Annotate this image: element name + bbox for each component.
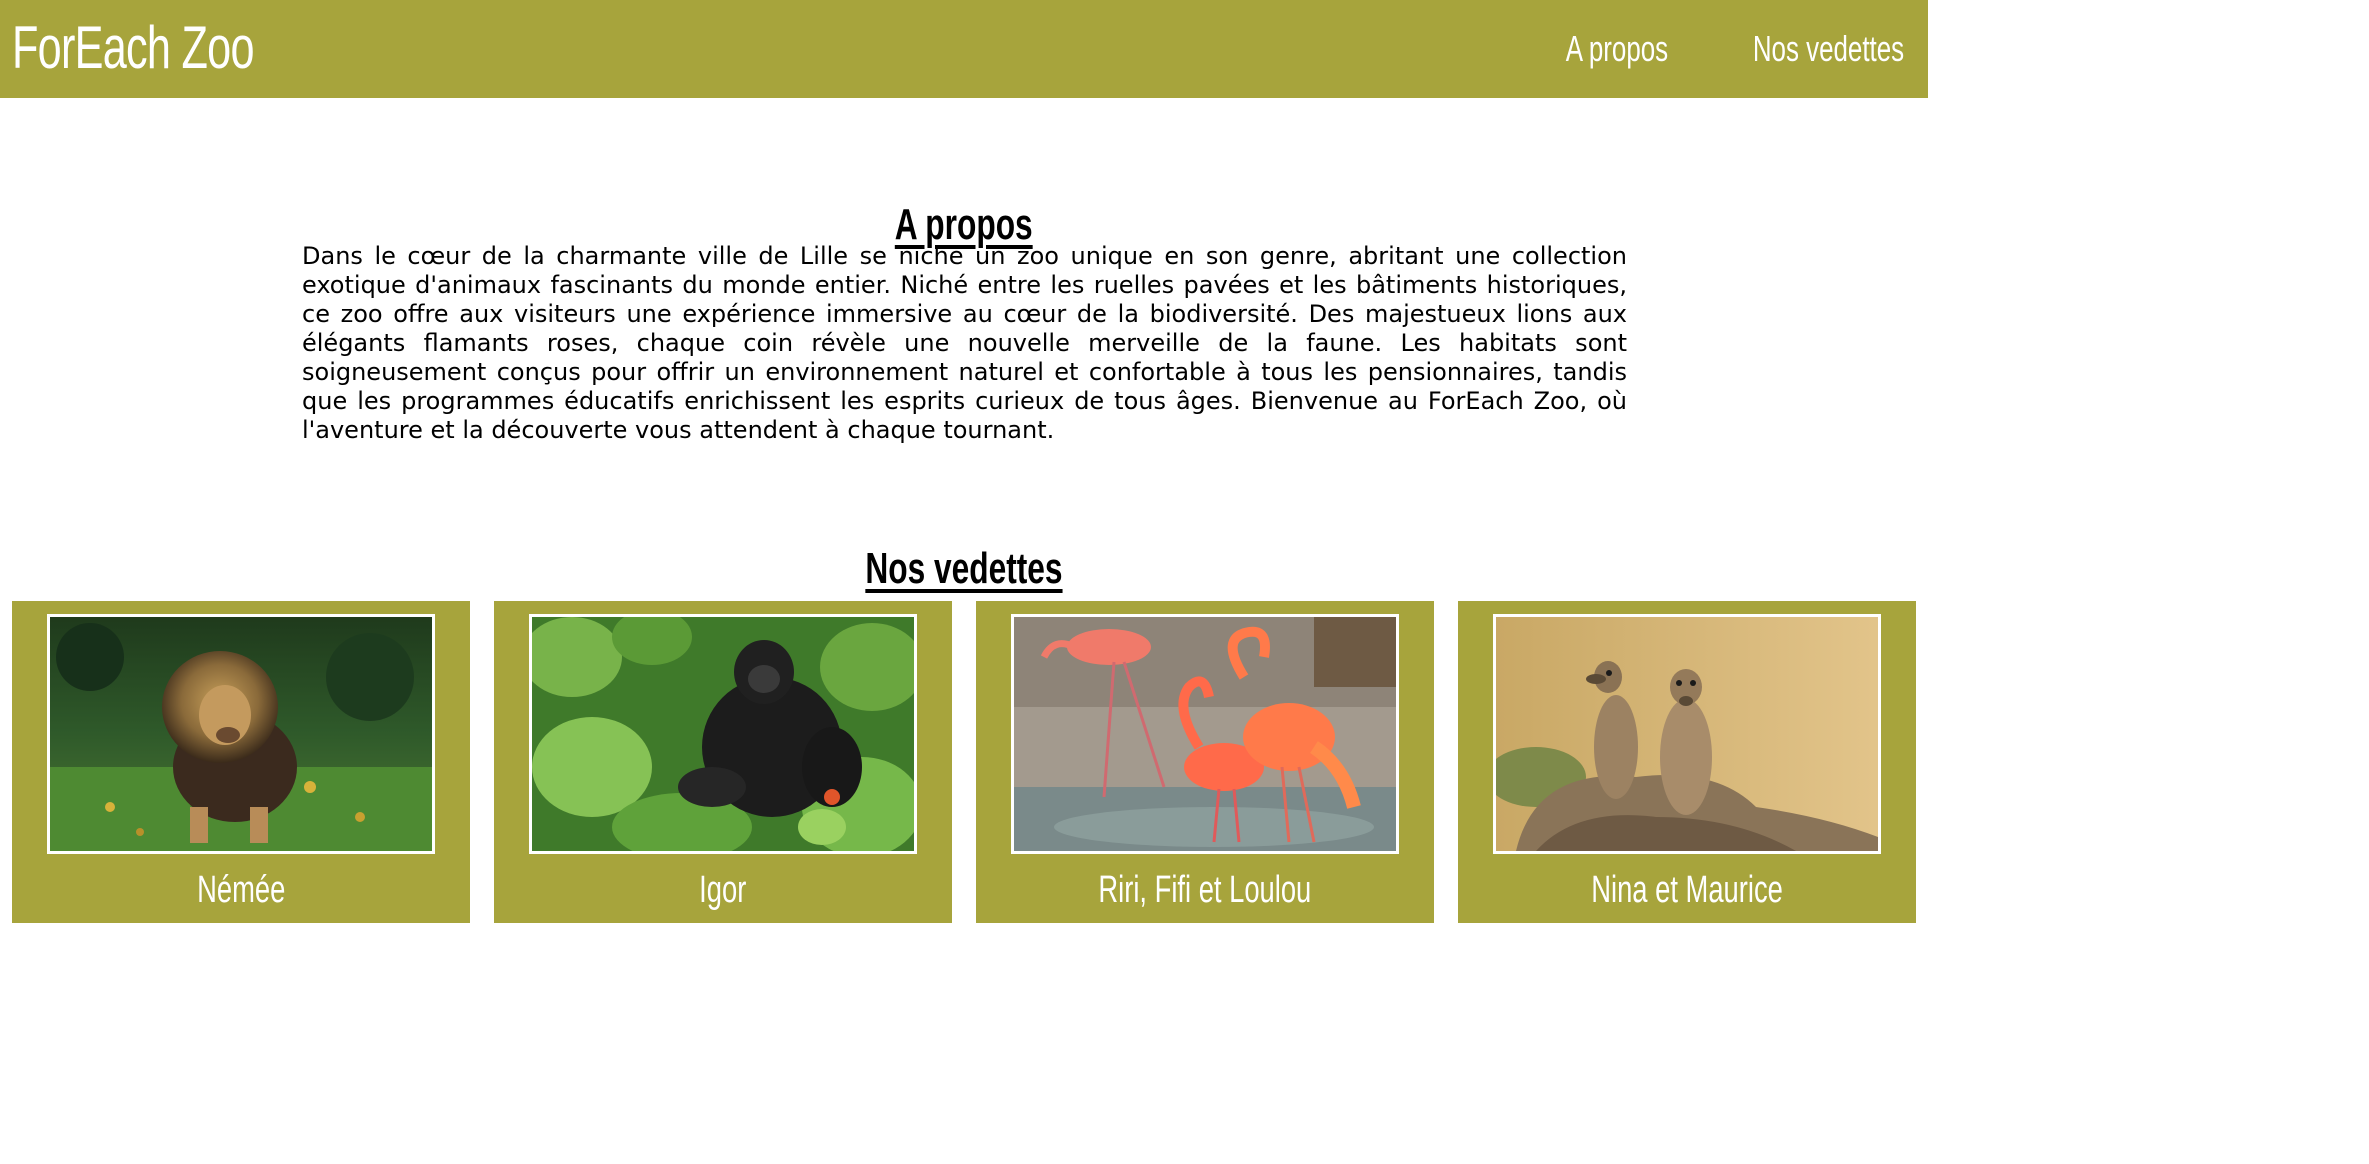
main-nav: A propos Nos vedettes xyxy=(1526,26,1904,72)
nav-link-nos-vedettes[interactable]: Nos vedettes xyxy=(1753,26,1904,72)
star-card[interactable]: Riri, Fifi et Loulou xyxy=(976,601,1434,923)
meerkats-image xyxy=(1496,617,1878,851)
stars-heading-text: Nos vedettes xyxy=(865,543,1063,593)
star-card[interactable]: Némée xyxy=(12,601,470,923)
stars-heading: Nos vedettes xyxy=(0,541,1928,597)
star-card-name: Némée xyxy=(196,869,286,911)
meerkats-photo xyxy=(1493,614,1881,854)
star-card[interactable]: Igor xyxy=(494,601,952,923)
star-card[interactable]: Nina et Maurice xyxy=(1458,601,1916,923)
star-card-name: Igor xyxy=(699,869,747,911)
site-brand[interactable]: ForEach Zoo xyxy=(12,12,255,84)
gorilla-photo xyxy=(529,614,917,854)
star-card-name: Nina et Maurice xyxy=(1591,869,1783,911)
site-header: ForEach Zoo A propos Nos vedettes xyxy=(0,0,1928,98)
about-paragraph: Dans le cœur de la charmante ville de Li… xyxy=(302,242,1627,444)
gorilla-image xyxy=(532,617,914,851)
page: ForEach Zoo A propos Nos vedettes A prop… xyxy=(0,0,2369,1164)
flamingos-photo xyxy=(1011,614,1399,854)
stars-grid: Némée Igor Riri, Fifi et Loulou Nina et … xyxy=(12,601,1916,923)
lion-image xyxy=(50,617,432,851)
lion-photo xyxy=(47,614,435,854)
nav-link-a-propos[interactable]: A propos xyxy=(1566,26,1668,72)
flamingos-image xyxy=(1014,617,1396,851)
star-card-name: Riri, Fifi et Loulou xyxy=(1098,869,1312,911)
